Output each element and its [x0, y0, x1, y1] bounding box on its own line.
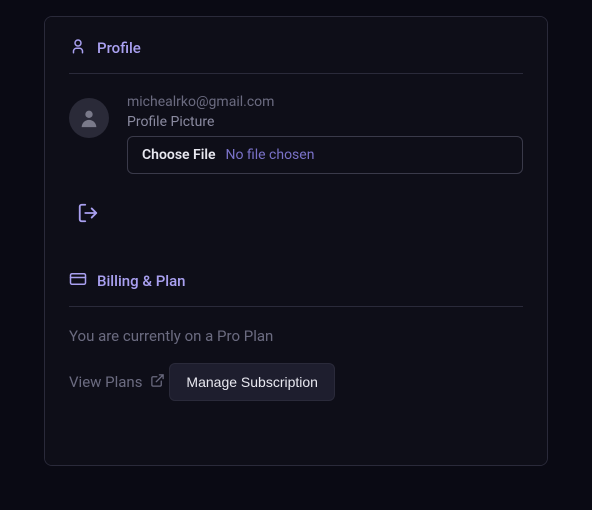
choose-file-button[interactable]: Choose File [142, 147, 216, 163]
spacer [69, 414, 523, 467]
manage-subscription-button[interactable]: Manage Subscription [169, 363, 335, 401]
profile-body: michealrko@gmail.com Profile Picture Cho… [69, 94, 523, 174]
profile-info: michealrko@gmail.com Profile Picture Cho… [127, 94, 523, 174]
profile-section-header: Profile [69, 37, 523, 74]
logout-row [77, 202, 523, 228]
external-link-icon [150, 373, 165, 392]
profile-title: Profile [97, 39, 141, 57]
settings-panel: Profile michealrko@gmail.com Profile Pic… [44, 16, 548, 466]
billing-section-header: Billing & Plan [69, 270, 523, 307]
user-icon [69, 37, 87, 59]
view-plans-link[interactable]: View Plans [69, 373, 165, 392]
profile-picture-label: Profile Picture [127, 114, 523, 130]
billing-body: You are currently on a Pro Plan View Pla… [69, 327, 523, 414]
file-status-text: No file chosen [226, 147, 315, 163]
current-plan-text: You are currently on a Pro Plan [69, 327, 523, 345]
view-plans-label: View Plans [69, 373, 142, 391]
user-email: michealrko@gmail.com [127, 94, 523, 110]
logout-icon[interactable] [77, 209, 99, 228]
credit-card-icon [69, 270, 87, 292]
profile-picture-file-input[interactable]: Choose File No file chosen [127, 136, 523, 174]
avatar [69, 98, 109, 138]
billing-title: Billing & Plan [97, 272, 186, 290]
